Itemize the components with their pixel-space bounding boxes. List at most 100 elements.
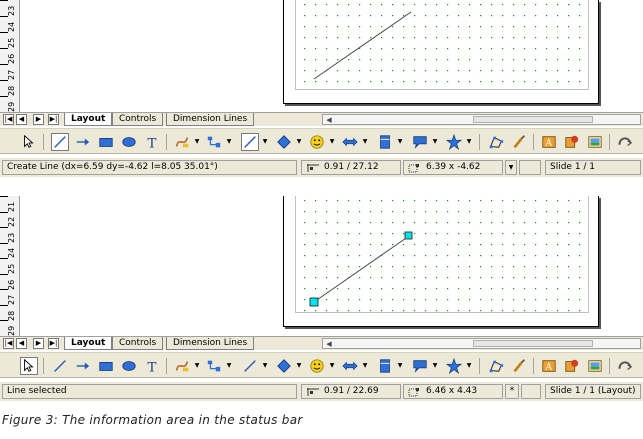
chevron-down-icon[interactable]: ▼ bbox=[261, 133, 269, 151]
tab-controls[interactable]: Controls bbox=[112, 113, 164, 126]
last-tab-button[interactable]: ▶| bbox=[48, 338, 59, 349]
connector-icon[interactable] bbox=[205, 357, 223, 375]
chevron-down-icon[interactable]: ▼ bbox=[193, 357, 201, 375]
selection-handle[interactable] bbox=[404, 231, 413, 240]
chevron-down-icon[interactable]: ▼ bbox=[396, 133, 404, 151]
line-icon[interactable] bbox=[51, 133, 69, 151]
extrusion-icon[interactable] bbox=[616, 133, 634, 151]
text-icon[interactable]: T bbox=[143, 133, 161, 151]
tab-controls[interactable]: Controls bbox=[112, 337, 164, 350]
prev-tab-button[interactable]: ◀ bbox=[16, 114, 27, 125]
next-tab-button[interactable]: ▶ bbox=[33, 114, 44, 125]
curve-icon[interactable] bbox=[173, 357, 191, 375]
glue-points-icon[interactable] bbox=[510, 357, 528, 375]
grid-dot bbox=[502, 299, 504, 301]
chevron-down-icon[interactable]: ▼ bbox=[295, 133, 303, 151]
chevron-down-icon[interactable]: ▼ bbox=[295, 357, 303, 375]
fontwork-icon[interactable]: A bbox=[540, 133, 558, 151]
callouts-icon[interactable] bbox=[411, 357, 429, 375]
curve-icon[interactable] bbox=[173, 133, 191, 151]
chevron-down-icon[interactable]: ▼ bbox=[361, 133, 369, 151]
chevron-down-icon[interactable]: ▼ bbox=[328, 357, 336, 375]
chevron-down-icon[interactable]: ▼ bbox=[431, 133, 439, 151]
prev-tab-button[interactable]: ◀ bbox=[16, 338, 27, 349]
grid-dot bbox=[436, 81, 438, 83]
points-icon[interactable] bbox=[487, 133, 505, 151]
tab-layout[interactable]: Layout bbox=[64, 113, 113, 126]
scroll-left-icon[interactable]: ◀ bbox=[324, 339, 334, 349]
from-file-icon[interactable] bbox=[563, 357, 581, 375]
grid-dot bbox=[381, 222, 383, 224]
chevron-down-icon[interactable]: ▼ bbox=[396, 357, 404, 375]
scroll-thumb[interactable] bbox=[473, 340, 593, 347]
line-icon[interactable] bbox=[51, 357, 69, 375]
chevron-down-icon[interactable]: ▼ bbox=[225, 133, 233, 151]
drawn-line[interactable] bbox=[313, 235, 410, 303]
chevron-down-icon[interactable]: ▼ bbox=[361, 357, 369, 375]
svg-text:T: T bbox=[148, 136, 157, 151]
status-zoom[interactable] bbox=[521, 384, 541, 399]
flowchart-icon[interactable] bbox=[376, 133, 394, 151]
block-arrows-icon[interactable] bbox=[341, 133, 359, 151]
connector-icon[interactable] bbox=[205, 133, 223, 151]
chevron-down-icon[interactable]: ▼ bbox=[328, 133, 336, 151]
extrusion-icon[interactable] bbox=[616, 357, 634, 375]
basic-shapes-icon[interactable] bbox=[275, 133, 293, 151]
drawing-canvas[interactable] bbox=[21, 0, 643, 112]
gallery-icon[interactable] bbox=[586, 133, 604, 151]
basic-shapes-icon[interactable] bbox=[275, 357, 293, 375]
flowchart-icon[interactable] bbox=[376, 357, 394, 375]
grid-dot bbox=[315, 288, 317, 290]
from-file-icon[interactable] bbox=[563, 133, 581, 151]
tab-dimension-lines[interactable]: Dimension Lines bbox=[166, 337, 255, 350]
text-icon[interactable]: T bbox=[143, 357, 161, 375]
last-tab-button[interactable]: ▶| bbox=[48, 114, 59, 125]
horizontal-scrollbar[interactable]: ◀ bbox=[322, 338, 641, 349]
line-arrow-icon[interactable] bbox=[74, 357, 92, 375]
rectangle-icon[interactable] bbox=[97, 133, 115, 151]
grid-dot bbox=[535, 266, 537, 268]
chevron-down-icon[interactable]: ▼ bbox=[465, 133, 473, 151]
grid-dot bbox=[337, 37, 339, 39]
glue-points-icon[interactable] bbox=[510, 133, 528, 151]
select-arrow-icon[interactable] bbox=[20, 133, 38, 151]
chevron-down-icon[interactable]: ▼ bbox=[193, 133, 201, 151]
drawn-line[interactable] bbox=[313, 11, 412, 80]
points-icon[interactable] bbox=[487, 357, 505, 375]
toolbar-separator bbox=[479, 134, 480, 150]
symbol-shapes-icon[interactable] bbox=[308, 357, 326, 375]
block-arrows-icon[interactable] bbox=[341, 357, 359, 375]
tab-layout[interactable]: Layout bbox=[64, 337, 113, 350]
stars-icon[interactable] bbox=[445, 357, 463, 375]
select-arrow-icon[interactable] bbox=[20, 357, 38, 375]
status-modified[interactable]: * bbox=[505, 384, 519, 399]
rectangle-icon[interactable] bbox=[97, 357, 115, 375]
stars-icon[interactable] bbox=[445, 133, 463, 151]
gallery-icon[interactable] bbox=[586, 357, 604, 375]
lines-arrows-icon[interactable] bbox=[241, 133, 259, 151]
lines-arrows-icon[interactable] bbox=[241, 357, 259, 375]
scroll-left-icon[interactable]: ◀ bbox=[324, 115, 334, 125]
drawing-canvas[interactable] bbox=[21, 196, 643, 336]
callouts-icon[interactable] bbox=[411, 133, 429, 151]
line-arrow-icon[interactable] bbox=[74, 133, 92, 151]
horizontal-scrollbar[interactable]: ◀ bbox=[322, 114, 641, 125]
status-zoom[interactable] bbox=[519, 160, 541, 175]
grid-dot bbox=[436, 233, 438, 235]
tab-dimension-lines[interactable]: Dimension Lines bbox=[166, 113, 255, 126]
fontwork-icon[interactable]: A bbox=[540, 357, 558, 375]
symbol-shapes-icon[interactable] bbox=[308, 133, 326, 151]
scroll-thumb[interactable] bbox=[473, 116, 593, 123]
chevron-down-icon[interactable]: ▼ bbox=[261, 357, 269, 375]
status-modified[interactable]: ▼ bbox=[505, 160, 517, 175]
first-tab-button[interactable]: |◀ bbox=[3, 114, 14, 125]
selection-handle[interactable] bbox=[309, 297, 319, 307]
ellipse-icon[interactable] bbox=[120, 357, 138, 375]
first-tab-button[interactable]: |◀ bbox=[3, 338, 14, 349]
chevron-down-icon[interactable]: ▼ bbox=[431, 357, 439, 375]
next-tab-button[interactable]: ▶ bbox=[33, 338, 44, 349]
ellipse-icon[interactable] bbox=[120, 133, 138, 151]
chevron-down-icon[interactable]: ▼ bbox=[225, 357, 233, 375]
chevron-down-icon[interactable]: ▼ bbox=[465, 357, 473, 375]
grid-dot bbox=[392, 244, 394, 246]
